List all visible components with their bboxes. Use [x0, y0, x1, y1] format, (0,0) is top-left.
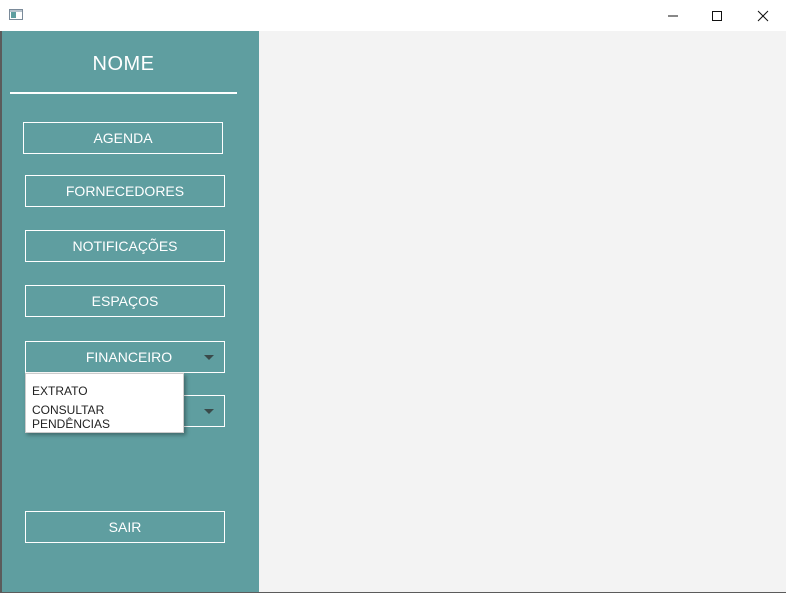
user-name-label: NOME [92, 53, 155, 75]
chevron-down-icon [204, 409, 214, 414]
maximize-icon [712, 10, 722, 21]
notificacoes-button[interactable]: NOTIFICAÇÕES [25, 230, 225, 262]
chevron-down-icon [204, 355, 214, 360]
financeiro-dropdown-label: FINANCEIRO [85, 349, 173, 365]
menu-item-extrato[interactable]: EXTRATO [26, 378, 183, 404]
sidebar: NOME AGENDA FORNECEDORES NOTIFICAÇÕES ES… [2, 31, 259, 592]
name-divider [10, 92, 237, 94]
main-content-area [259, 31, 786, 592]
minimize-button[interactable] [650, 0, 696, 31]
financeiro-dropdown-menu: EXTRATO CONSULTAR PENDÊNCIAS [25, 373, 184, 433]
financeiro-dropdown[interactable]: FINANCEIRO [25, 341, 225, 373]
title-bar [0, 0, 786, 31]
menu-item-consultar-pendencias[interactable]: CONSULTAR PENDÊNCIAS [26, 403, 183, 431]
maximize-button[interactable] [694, 0, 740, 31]
menu-item-label: CONSULTAR PENDÊNCIAS [32, 403, 111, 431]
sair-button-label: SAIR [108, 519, 142, 535]
app-window-icon [9, 9, 23, 20]
close-icon [757, 10, 769, 21]
espacos-button[interactable]: ESPAÇOS [25, 285, 225, 317]
agenda-button[interactable]: AGENDA [23, 122, 223, 154]
minimize-icon [668, 15, 678, 16]
close-button[interactable] [740, 0, 786, 31]
espacos-button-label: ESPAÇOS [91, 293, 159, 309]
fornecedores-button[interactable]: FORNECEDORES [25, 175, 225, 207]
fornecedores-button-label: FORNECEDORES [65, 183, 185, 199]
sair-button[interactable]: SAIR [25, 511, 225, 543]
notificacoes-button-label: NOTIFICAÇÕES [72, 238, 178, 254]
menu-item-label: EXTRATO [32, 384, 88, 398]
agenda-button-label: AGENDA [93, 130, 153, 146]
